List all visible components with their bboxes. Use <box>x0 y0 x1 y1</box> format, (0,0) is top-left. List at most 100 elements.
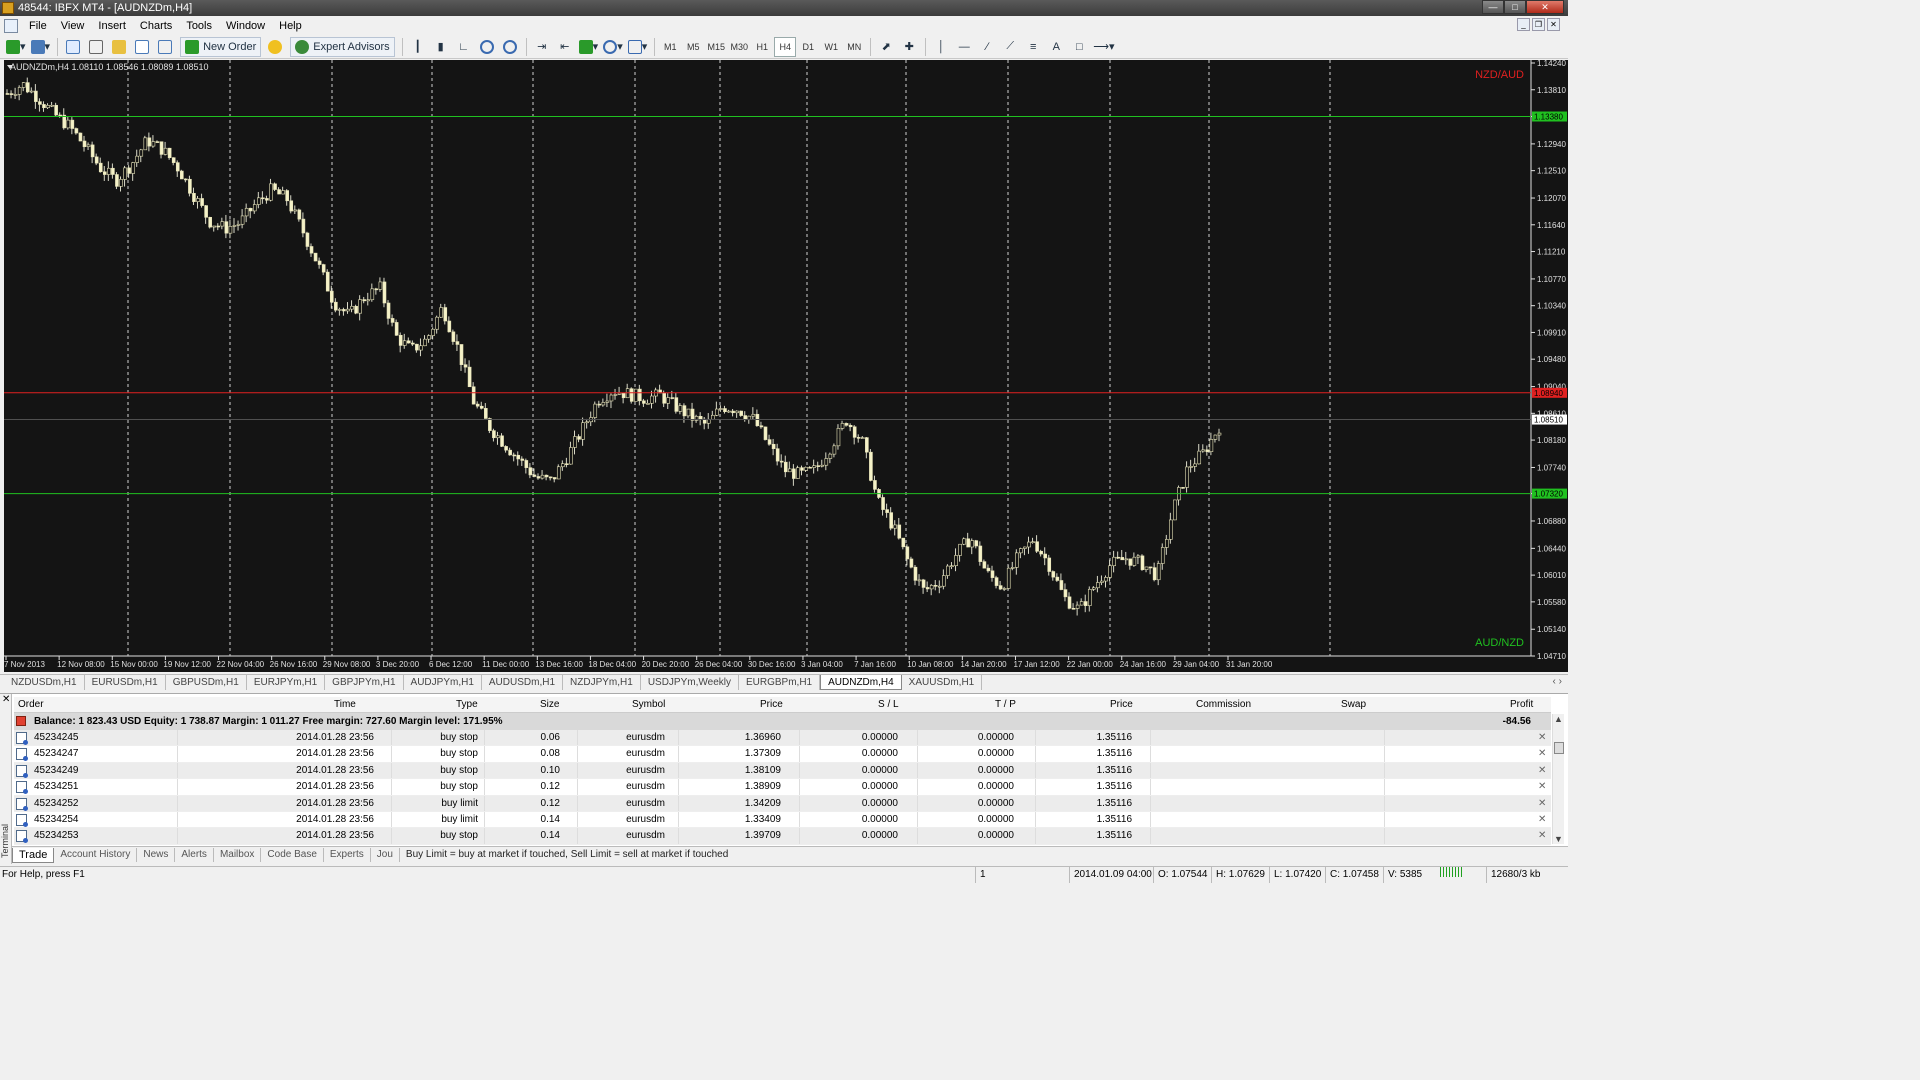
arrows-tool-button[interactable]: ⟶▾ <box>1091 37 1116 57</box>
zoom-in-button[interactable] <box>476 37 498 57</box>
delete-order-icon[interactable]: ✕ <box>1538 746 1546 762</box>
symbol-tab[interactable]: AUDNZDm,H4 <box>820 675 902 690</box>
timeframe-m30[interactable]: M30 <box>728 37 750 57</box>
terminal-tab[interactable]: Account History <box>54 848 138 862</box>
timeframe-w1[interactable]: W1 <box>820 37 842 57</box>
delete-order-icon[interactable]: ✕ <box>1538 828 1546 844</box>
minimize-button[interactable]: — <box>1482 0 1504 14</box>
timeframe-h1[interactable]: H1 <box>751 37 773 57</box>
col-size[interactable]: Size <box>540 697 559 713</box>
bar-chart-button[interactable]: ┃ <box>407 37 429 57</box>
chart-shift-button[interactable]: ⇤ <box>554 37 576 57</box>
mdi-close-button[interactable]: ✕ <box>1547 18 1560 31</box>
periods-button[interactable]: ▾ <box>601 37 625 57</box>
col-time[interactable]: Time <box>334 697 356 713</box>
terminal-tab[interactable]: News <box>137 848 176 862</box>
terminal-close-icon[interactable]: ✕ <box>2 694 10 705</box>
indicators-button[interactable]: ▾ <box>577 37 601 57</box>
scroll-down-icon[interactable]: ▼ <box>1553 834 1564 844</box>
text-tool-button[interactable]: A <box>1045 37 1067 57</box>
terminal-tab[interactable]: Code Base <box>261 848 324 862</box>
new-order-button[interactable]: New Order <box>180 36 262 57</box>
chart-area[interactable]: 1.14240 1.13810 1.13380 1.12940 1.12510 1.120… <box>4 60 1568 672</box>
delete-order-icon[interactable]: ✕ <box>1538 730 1546 746</box>
timeframe-m5[interactable]: M5 <box>682 37 704 57</box>
navigator-button[interactable] <box>108 37 130 57</box>
symbol-tab[interactable]: EURUSDm,H1 <box>85 675 166 690</box>
col-commission[interactable]: Commission <box>1196 697 1251 713</box>
timeframe-m15[interactable]: M15 <box>705 37 727 57</box>
terminal-button[interactable] <box>131 37 153 57</box>
col-swap[interactable]: Swap <box>1341 697 1366 713</box>
terminal-tab[interactable]: Experts <box>324 848 371 862</box>
symbol-tab[interactable]: XAUUSDm,H1 <box>902 675 983 690</box>
col-symbol[interactable]: Symbol <box>632 697 665 713</box>
col-type[interactable]: Type <box>456 697 478 713</box>
market-watch-button[interactable] <box>62 37 84 57</box>
col-profit[interactable]: Profit <box>1510 697 1533 713</box>
candlestick-button[interactable]: ▮ <box>430 37 452 57</box>
col-order[interactable]: Order <box>18 697 44 713</box>
terminal-tab[interactable]: Mailbox <box>214 848 262 862</box>
mdi-minimize-button[interactable]: _ <box>1517 18 1530 31</box>
status-profile[interactable]: 1 <box>975 867 1067 883</box>
crosshair-tool-button[interactable]: ✚ <box>898 37 920 57</box>
symbol-tab[interactable]: NZDUSDm,H1 <box>4 675 85 690</box>
fibonacci-tool-button[interactable]: ≡ <box>1022 37 1044 57</box>
col-sl[interactable]: S / L <box>878 697 899 713</box>
data-window-button[interactable] <box>85 37 107 57</box>
zoom-out-button[interactable] <box>499 37 521 57</box>
new-chart-button[interactable]: ▾ <box>4 37 28 57</box>
order-row[interactable]: 45234249 2014.01.28 23:56 buy stop 0.10 euru… <box>14 762 1551 780</box>
col-price[interactable]: Price <box>760 697 783 713</box>
mdi-restore-button[interactable]: ❐ <box>1532 18 1545 31</box>
timeframe-d1[interactable]: D1 <box>797 37 819 57</box>
text-label-tool-button[interactable]: □ <box>1068 37 1090 57</box>
scroll-thumb[interactable] <box>1554 742 1564 754</box>
menu-view[interactable]: View <box>54 20 92 32</box>
order-row[interactable]: 45234247 2014.01.28 23:56 buy stop 0.08 euru… <box>14 746 1551 763</box>
scroll-up-icon[interactable]: ▲ <box>1553 714 1564 724</box>
delete-order-icon[interactable]: ✕ <box>1538 796 1546 812</box>
vertical-line-tool-button[interactable]: │ <box>930 37 952 57</box>
symbol-tab[interactable]: EURGBPm,H1 <box>739 675 821 690</box>
orders-scrollbar[interactable]: ▲ ▼ <box>1552 714 1564 844</box>
symbol-tab[interactable]: NZDJPYm,H1 <box>563 675 641 690</box>
timeframe-mn[interactable]: MN <box>843 37 865 57</box>
menu-window[interactable]: Window <box>219 20 272 32</box>
delete-order-icon[interactable]: ✕ <box>1538 763 1546 779</box>
symbol-tab[interactable]: EURJPYm,H1 <box>247 675 326 690</box>
order-row[interactable]: 45234252 2014.01.28 23:56 buy limit 0.12 eur… <box>14 795 1551 812</box>
symbol-tab[interactable]: AUDUSDm,H1 <box>482 675 564 690</box>
tab-scroll-arrows[interactable]: ‹ › <box>1553 676 1562 687</box>
menu-file[interactable]: File <box>22 20 54 32</box>
symbol-tab[interactable]: GBPJPYm,H1 <box>325 675 404 690</box>
delete-order-icon[interactable]: ✕ <box>1538 779 1546 795</box>
symbol-tab[interactable]: GBPUSDm,H1 <box>166 675 247 690</box>
menu-insert[interactable]: Insert <box>91 20 133 32</box>
order-row[interactable]: 45234254 2014.01.28 23:56 buy limit 0.14 eur… <box>14 811 1551 829</box>
order-row[interactable]: 45234251 2014.01.28 23:56 buy stop 0.12 euru… <box>14 779 1551 796</box>
price-chart[interactable]: 1.14240 1.13810 1.13380 1.12940 1.12510 1.120… <box>4 60 1568 672</box>
order-row[interactable]: 45234253 2014.01.28 23:56 buy stop 0.14 euru… <box>14 828 1551 845</box>
profiles-button[interactable]: ▾ <box>29 37 53 57</box>
menu-tools[interactable]: Tools <box>179 20 219 32</box>
autoscroll-button[interactable]: ⇥ <box>531 37 553 57</box>
menu-help[interactable]: Help <box>272 20 309 32</box>
expert-advisors-button[interactable]: Expert Advisors <box>290 36 395 57</box>
cursor-tool-button[interactable]: ⬈ <box>875 37 897 57</box>
maximize-button[interactable]: □ <box>1504 0 1526 14</box>
col-price2[interactable]: Price <box>1110 697 1133 713</box>
terminal-tab[interactable]: Trade <box>12 847 55 863</box>
horizontal-line-tool-button[interactable]: — <box>953 37 975 57</box>
trendline-tool-button[interactable]: ∕ <box>976 37 998 57</box>
terminal-tab[interactable]: Alerts <box>175 848 214 862</box>
timeframe-h4[interactable]: H4 <box>774 36 797 57</box>
strategy-tester-button[interactable] <box>154 37 176 57</box>
timeframe-m1[interactable]: M1 <box>659 37 681 57</box>
order-row[interactable]: 45234245 2014.01.28 23:56 buy stop 0.06 euru… <box>14 730 1551 747</box>
channel-tool-button[interactable]: ⟋ <box>999 37 1021 57</box>
menu-charts[interactable]: Charts <box>133 20 179 32</box>
symbol-tab[interactable]: USDJPYm,Weekly <box>641 675 739 690</box>
metaeditor-button[interactable] <box>264 37 286 57</box>
